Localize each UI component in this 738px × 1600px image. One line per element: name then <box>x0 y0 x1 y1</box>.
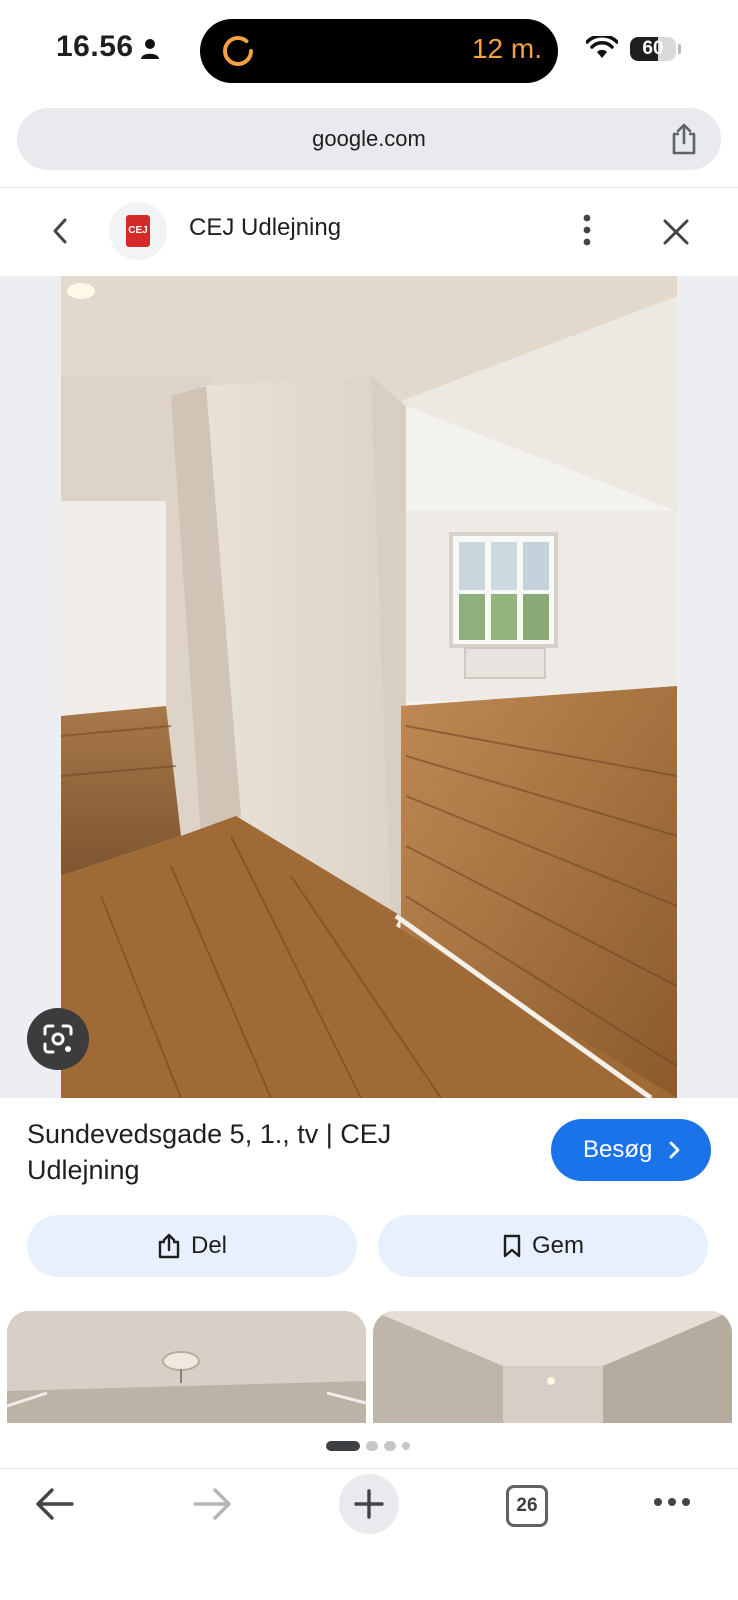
battery-nub <box>678 44 681 54</box>
more-horizontal-icon[interactable] <box>652 1496 692 1508</box>
close-icon[interactable] <box>662 218 690 246</box>
url-bar[interactable]: google.com <box>17 108 721 170</box>
ring-timer-icon <box>223 36 253 66</box>
lens-icon <box>43 1024 73 1054</box>
status-time: 16.56 <box>56 30 134 63</box>
related-image-thumbnail[interactable] <box>7 1311 366 1423</box>
main-photo[interactable] <box>61 276 677 1098</box>
site-name: CEJ Udlejning <box>189 214 342 241</box>
apartment-photo-illustration <box>61 276 677 1098</box>
save-button-label: Gem <box>531 1232 584 1259</box>
lens-search-button[interactable] <box>27 1008 89 1070</box>
site-logo: CEJ <box>109 202 167 260</box>
thumbnail-image <box>7 1311 366 1423</box>
related-image-thumbnail[interactable] <box>373 1311 732 1423</box>
arrow-forward-icon[interactable] <box>191 1486 233 1522</box>
carousel-pager <box>326 1437 416 1451</box>
arrow-back-icon[interactable] <box>34 1486 76 1522</box>
chevron-left-icon[interactable] <box>48 216 72 246</box>
pager-dot[interactable] <box>402 1441 410 1450</box>
wifi-icon <box>586 36 618 58</box>
site-logo-mark: CEJ <box>126 215 150 247</box>
share-icon[interactable] <box>669 122 699 156</box>
share-button[interactable]: Del <box>27 1215 357 1277</box>
pager-dot[interactable] <box>384 1440 396 1451</box>
chevron-right-icon <box>669 1141 680 1159</box>
more-vertical-icon[interactable] <box>582 214 592 246</box>
share-icon <box>158 1233 180 1259</box>
share-button-label: Del <box>190 1232 227 1259</box>
dynamic-island[interactable]: 12 m. <box>200 19 558 83</box>
save-button[interactable]: Gem <box>378 1215 708 1277</box>
island-timer-text: 12 m. <box>471 33 542 64</box>
pager-dot[interactable] <box>366 1440 378 1451</box>
plus-icon <box>354 1489 384 1519</box>
new-tab-button[interactable] <box>339 1474 399 1534</box>
visit-button[interactable]: Besøg <box>551 1119 711 1181</box>
battery-percent: 60 <box>642 38 664 59</box>
result-title[interactable]: Sundevedsgade 5, 1., tv | CEJ Udlejning <box>27 1116 507 1188</box>
person-icon <box>141 39 159 59</box>
battery-icon: 60 <box>630 37 676 61</box>
pager-dot-active[interactable] <box>326 1440 360 1451</box>
divider <box>0 187 738 188</box>
tab-switcher-button[interactable]: 26 <box>506 1485 548 1527</box>
bookmark-icon <box>503 1234 521 1258</box>
thumbnail-image <box>373 1311 732 1423</box>
divider <box>0 1468 738 1469</box>
url-text[interactable]: google.com <box>17 108 721 170</box>
visit-button-label: Besøg <box>583 1136 653 1163</box>
